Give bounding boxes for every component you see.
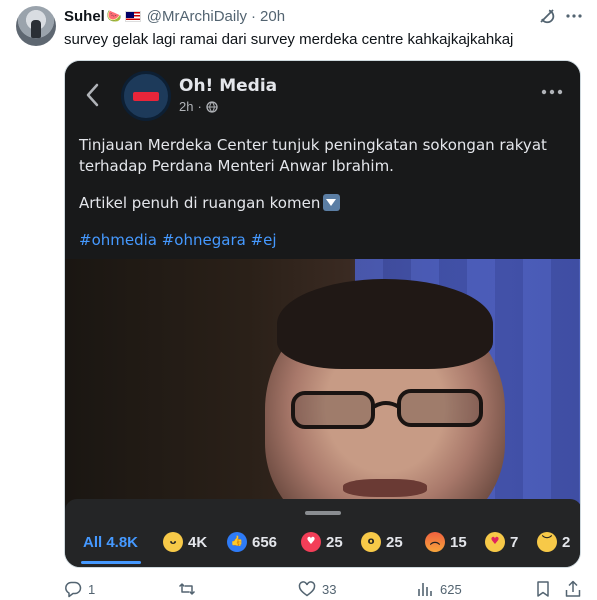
page-name: Oh! Media [179,76,278,96]
glasses [291,389,483,429]
tweet-header: Suhel 🍉 @MrArchiDaily · 20h [64,6,285,26]
sad-reaction-icon: ︶ [537,532,557,552]
reaction-tab-haha[interactable]: ᴗ 4K [163,527,207,557]
reactions-panel: All 4.8K ᴗ 4K 👍 656 ♥ 25 o 25 ︵ 15 ♥ 7 ︶… [65,499,580,567]
tweet-time[interactable]: 20h [260,8,285,25]
tweet[interactable]: Suhel 🍉 @MrArchiDaily · 20h survey gelak… [0,0,597,600]
reaction-tab-sad[interactable]: ︶ 2 [537,527,570,557]
love-reaction-icon: ♥ [301,532,321,552]
reaction-tab-angry[interactable]: ︵ 15 [425,527,467,557]
author-handle[interactable]: @MrArchiDaily [147,8,247,25]
angry-reaction-icon: ︵ [425,532,445,552]
post-paragraph-2: Artikel penuh di ruangan komen [79,193,569,214]
like-count: 33 [322,581,337,597]
grok-icon[interactable] [538,7,556,25]
reaction-tab-care[interactable]: ♥ 7 [485,527,518,557]
meta-separator: · [197,99,202,114]
reaction-count: 25 [326,533,343,551]
back-chevron-icon [86,83,99,107]
reply-icon [65,581,82,598]
reply-button[interactable]: 1 [64,578,95,600]
active-tab-indicator [81,561,141,564]
post-time: 2h [179,99,194,114]
tweet-actions: 1 33 625 [64,578,584,600]
reaction-count: 4K [188,533,208,551]
post-paragraph-2-text: Artikel penuh di ruangan komen [79,194,321,212]
tweet-media[interactable]: Oh! Media 2h · Tinjauan Merdeka Center t… [64,60,581,568]
reaction-tabs: All 4.8K ᴗ 4K 👍 656 ♥ 25 o 25 ︵ 15 ♥ 7 ︶… [65,527,580,557]
avatar[interactable] [16,6,56,46]
share-icon [565,580,581,597]
haha-reaction-icon: ᴗ [163,532,183,552]
reaction-tab-like[interactable]: 👍 656 [227,527,277,557]
like-button[interactable]: 33 [298,578,336,600]
page-avatar [121,71,171,121]
like-reaction-icon: 👍 [227,532,247,552]
reply-count: 1 [88,581,96,597]
down-arrow-icon [323,194,341,211]
care-reaction-icon: ♥ [485,532,505,552]
reaction-tab-love[interactable]: ♥ 25 [301,527,343,557]
globe-icon [206,100,218,113]
post-hashtags: #ohmedia #ohnegara #ej [79,231,277,249]
reaction-count: 2 [562,533,571,551]
malaysia-flag-icon [124,10,141,22]
reaction-tab-wow[interactable]: o 25 [361,527,403,557]
views-button[interactable]: 625 [416,578,462,600]
reaction-count: 7 [510,533,519,551]
bookmark-button[interactable] [534,578,552,600]
reaction-count: 15 [450,533,467,551]
post-paragraph-1: Tinjauan Merdeka Center tunjuk peningkat… [79,136,547,175]
views-icon [418,583,432,596]
reaction-count: 25 [386,533,403,551]
post-meta: 2h · [179,99,218,114]
retweet-button[interactable] [178,578,202,600]
retweet-icon [178,583,196,595]
oh-media-logo-icon [133,91,159,101]
share-button[interactable] [564,578,582,600]
post-more-icon [541,89,563,95]
post-photo [65,259,580,505]
heart-icon [298,581,316,597]
author-name[interactable]: Suhel [64,8,105,25]
bookmark-icon [537,581,549,597]
reaction-tab-all[interactable]: All 4.8K [83,527,138,557]
more-icon[interactable] [565,7,583,25]
reaction-count: 656 [252,533,278,551]
views-count: 625 [440,581,462,597]
post-body: Tinjauan Merdeka Center tunjuk peningkat… [79,135,569,267]
tweet-text: survey gelak lagi ramai dari survey merd… [64,31,514,48]
drag-handle[interactable] [305,511,341,515]
separator: · [251,7,257,25]
wow-reaction-icon: o [361,532,381,552]
watermelon-icon: 🍉 [106,9,122,23]
